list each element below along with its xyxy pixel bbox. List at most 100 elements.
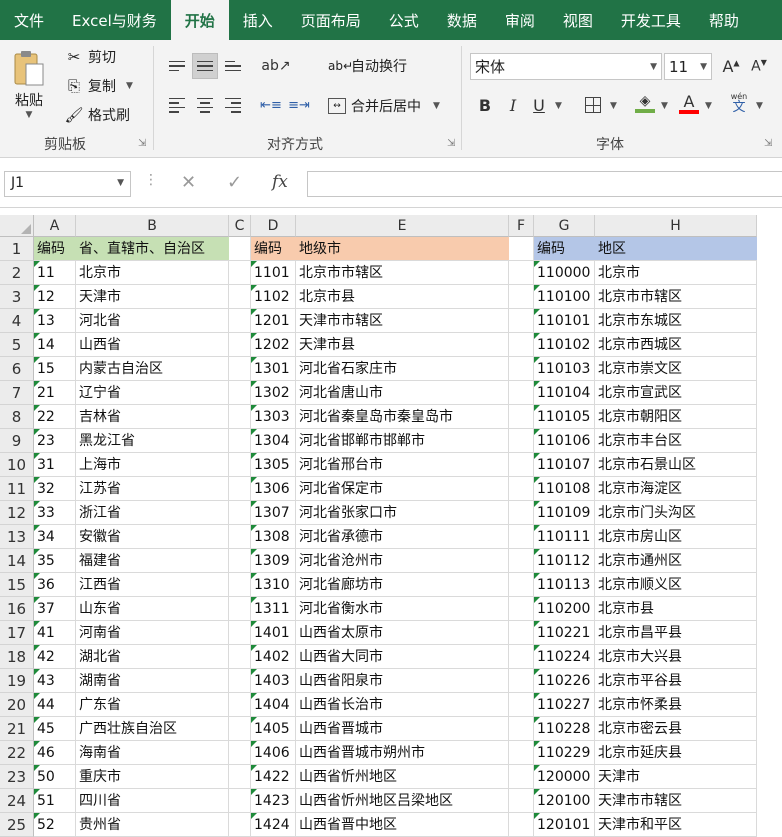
- cell-f9[interactable]: [509, 429, 534, 453]
- cell-e14[interactable]: 河北省沧州市: [296, 549, 509, 573]
- cell-f22[interactable]: [509, 741, 534, 765]
- cell-g14[interactable]: 110112: [534, 549, 595, 573]
- cell-f25[interactable]: [509, 813, 534, 837]
- borders-button[interactable]: [580, 92, 606, 118]
- row-header[interactable]: 8: [0, 405, 34, 429]
- cell-d11[interactable]: 1306: [251, 477, 296, 501]
- insert-function-button[interactable]: fx: [272, 172, 288, 192]
- cell-f1[interactable]: [509, 237, 534, 261]
- cell-h24[interactable]: 天津市市辖区: [595, 789, 757, 813]
- cell-f2[interactable]: [509, 261, 534, 285]
- cell-g13[interactable]: 110111: [534, 525, 595, 549]
- increase-font-size-button[interactable]: A▲: [718, 53, 744, 79]
- paste-button[interactable]: 粘贴 ▼: [12, 48, 46, 120]
- cell-f18[interactable]: [509, 645, 534, 669]
- cell-a19[interactable]: 43: [34, 669, 76, 693]
- column-header-c[interactable]: C: [229, 215, 251, 237]
- cell-e6[interactable]: 河北省石家庄市: [296, 357, 509, 381]
- cell-g2[interactable]: 110000: [534, 261, 595, 285]
- cell-c22[interactable]: [229, 741, 251, 765]
- cell-b16[interactable]: 山东省: [76, 597, 229, 621]
- cell-f13[interactable]: [509, 525, 534, 549]
- cell-h12[interactable]: 北京市门头沟区: [595, 501, 757, 525]
- cell-d6[interactable]: 1301: [251, 357, 296, 381]
- cell-c25[interactable]: [229, 813, 251, 837]
- name-box[interactable]: J1 ▼: [4, 171, 131, 197]
- increase-indent-button[interactable]: ≡⇥: [286, 92, 312, 118]
- cell-e4[interactable]: 天津市市辖区: [296, 309, 509, 333]
- cell-h21[interactable]: 北京市密云县: [595, 717, 757, 741]
- cell-e18[interactable]: 山西省大同市: [296, 645, 509, 669]
- cell-d24[interactable]: 1423: [251, 789, 296, 813]
- cell-c7[interactable]: [229, 381, 251, 405]
- italic-button[interactable]: I: [500, 92, 526, 118]
- cell-d10[interactable]: 1305: [251, 453, 296, 477]
- cell-h8[interactable]: 北京市朝阳区: [595, 405, 757, 429]
- cell-b20[interactable]: 广东省: [76, 693, 229, 717]
- cell-e25[interactable]: 山西省晋中地区: [296, 813, 509, 837]
- cell-a11[interactable]: 32: [34, 477, 76, 501]
- align-bottom-button[interactable]: [220, 53, 246, 79]
- row-header[interactable]: 21: [0, 717, 34, 741]
- cell-a7[interactable]: 21: [34, 381, 76, 405]
- cell-g20[interactable]: 110227: [534, 693, 595, 717]
- cell-b9[interactable]: 黑龙江省: [76, 429, 229, 453]
- row-header[interactable]: 7: [0, 381, 34, 405]
- cell-a18[interactable]: 42: [34, 645, 76, 669]
- cell-e1[interactable]: 地级市: [296, 237, 509, 261]
- cell-d20[interactable]: 1404: [251, 693, 296, 717]
- cell-d8[interactable]: 1303: [251, 405, 296, 429]
- merge-center-button[interactable]: ↔ 合并后居中 ▼: [328, 96, 440, 116]
- cell-h14[interactable]: 北京市通州区: [595, 549, 757, 573]
- cell-g1[interactable]: 编码: [534, 237, 595, 261]
- cell-g18[interactable]: 110224: [534, 645, 595, 669]
- row-header[interactable]: 19: [0, 669, 34, 693]
- cell-a1[interactable]: 编码: [34, 237, 76, 261]
- cell-b23[interactable]: 重庆市: [76, 765, 229, 789]
- cell-c8[interactable]: [229, 405, 251, 429]
- cell-g7[interactable]: 110104: [534, 381, 595, 405]
- align-top-button[interactable]: [164, 53, 190, 79]
- cell-b12[interactable]: 浙江省: [76, 501, 229, 525]
- align-right-button[interactable]: [220, 92, 246, 118]
- cell-d25[interactable]: 1424: [251, 813, 296, 837]
- cell-e3[interactable]: 北京市县: [296, 285, 509, 309]
- cell-h9[interactable]: 北京市丰台区: [595, 429, 757, 453]
- cell-g22[interactable]: 110229: [534, 741, 595, 765]
- row-header[interactable]: 23: [0, 765, 34, 789]
- cell-b1[interactable]: 省、直辖市、自治区: [76, 237, 229, 261]
- cell-d13[interactable]: 1308: [251, 525, 296, 549]
- cell-h22[interactable]: 北京市延庆县: [595, 741, 757, 765]
- font-size-dropdown[interactable]: 11 ▼: [664, 53, 712, 80]
- cell-f12[interactable]: [509, 501, 534, 525]
- cell-f5[interactable]: [509, 333, 534, 357]
- cell-d22[interactable]: 1406: [251, 741, 296, 765]
- tab-3[interactable]: 插入: [229, 0, 287, 40]
- align-center-button[interactable]: [192, 92, 218, 118]
- cell-f24[interactable]: [509, 789, 534, 813]
- cell-g5[interactable]: 110102: [534, 333, 595, 357]
- cell-a5[interactable]: 14: [34, 333, 76, 357]
- column-header-d[interactable]: D: [251, 215, 296, 237]
- cell-c19[interactable]: [229, 669, 251, 693]
- tab-0[interactable]: 文件: [0, 0, 58, 40]
- decrease-indent-button[interactable]: ⇤≡: [258, 92, 284, 118]
- bold-button[interactable]: B: [472, 92, 498, 118]
- cell-b15[interactable]: 江西省: [76, 573, 229, 597]
- cell-a16[interactable]: 37: [34, 597, 76, 621]
- row-header[interactable]: 15: [0, 573, 34, 597]
- cell-f3[interactable]: [509, 285, 534, 309]
- cell-b24[interactable]: 四川省: [76, 789, 229, 813]
- cell-c12[interactable]: [229, 501, 251, 525]
- cell-d14[interactable]: 1309: [251, 549, 296, 573]
- tab-7[interactable]: 审阅: [491, 0, 549, 40]
- cell-h17[interactable]: 北京市昌平县: [595, 621, 757, 645]
- cell-h20[interactable]: 北京市怀柔县: [595, 693, 757, 717]
- orientation-button[interactable]: ab↗: [258, 53, 294, 79]
- cell-f4[interactable]: [509, 309, 534, 333]
- cancel-icon[interactable]: ✕: [181, 172, 196, 193]
- align-left-button[interactable]: [164, 92, 190, 118]
- cell-g8[interactable]: 110105: [534, 405, 595, 429]
- cell-e11[interactable]: 河北省保定市: [296, 477, 509, 501]
- chevron-down-icon[interactable]: ▼: [661, 101, 668, 111]
